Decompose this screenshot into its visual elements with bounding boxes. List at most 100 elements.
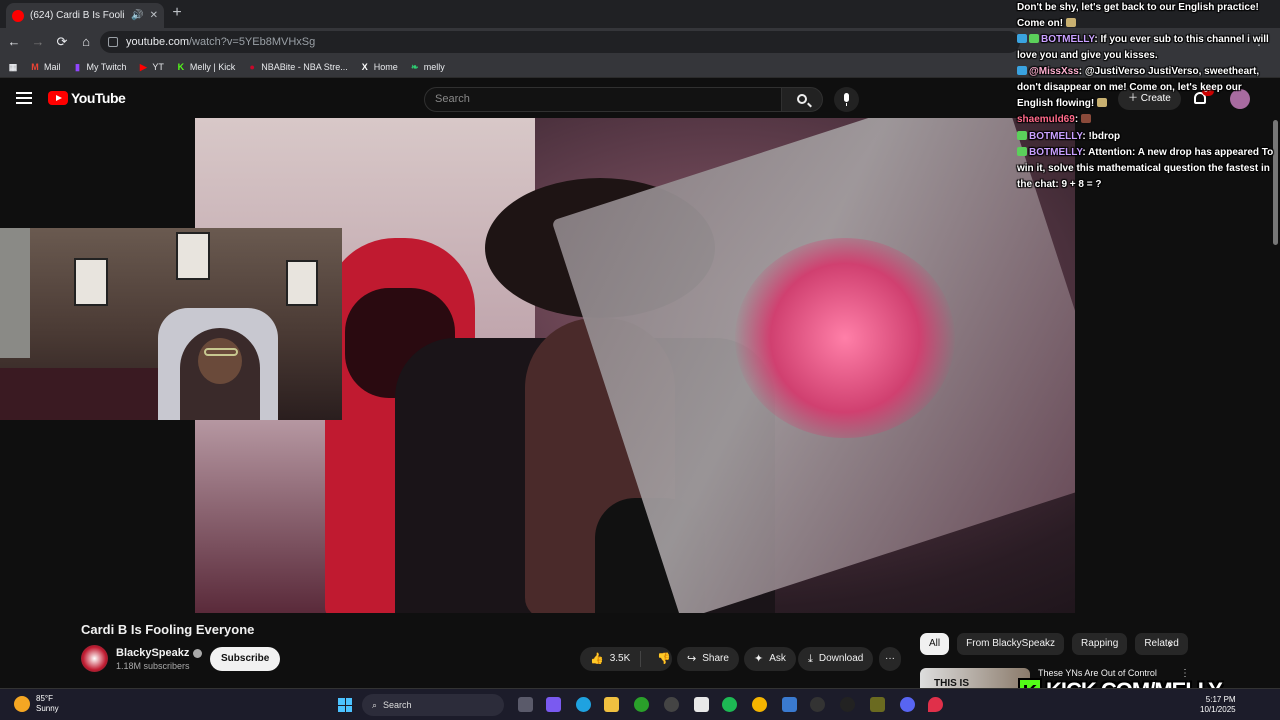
channel-avatar[interactable] <box>81 645 108 672</box>
webcam-poster <box>176 232 210 280</box>
bookmark-item[interactable]: X Home <box>360 62 398 72</box>
chip-rapping[interactable]: Rapping <box>1072 633 1128 655</box>
tab-title: (624) Cardi B Is Fooling Eve <box>30 10 125 21</box>
thumbs-down-icon: 👎 <box>657 653 671 665</box>
app-icon[interactable] <box>870 697 885 712</box>
chat-text: : <box>1074 114 1079 126</box>
chat-username: BOTMELLY <box>1029 130 1083 142</box>
sparkle-icon: ✦ <box>754 653 764 665</box>
bookmark-label: Melly | Kick <box>189 61 236 72</box>
back-arrow-icon[interactable]: ← <box>6 34 22 50</box>
chip-related[interactable]: Related <box>1135 633 1188 655</box>
webcam-poster <box>74 258 108 306</box>
obs-icon[interactable] <box>840 697 855 712</box>
verified-check-icon <box>193 648 203 658</box>
task-view-icon[interactable] <box>518 697 533 712</box>
ask-label: Ask <box>769 653 786 664</box>
chat-message: BOTMELLY: Attention: A new drop has appe… <box>1017 145 1279 192</box>
voice-search-button[interactable] <box>834 87 859 112</box>
pin-app-icon[interactable] <box>928 697 943 712</box>
forward-arrow-icon[interactable]: → <box>30 34 46 50</box>
system-clock[interactable]: 5:17 PM 10/1/2025 <box>1200 695 1236 715</box>
chat-text: : !bdrop <box>1082 130 1121 142</box>
chip-from-channel[interactable]: From BlackySpeakz <box>957 633 1065 655</box>
photos-icon[interactable] <box>782 697 797 712</box>
apps-grid-icon: ▦ <box>8 61 18 72</box>
clock-time: 5:17 PM <box>1205 695 1236 704</box>
speaker-icon[interactable]: 🔊 <box>131 10 143 21</box>
xbox-icon[interactable] <box>634 697 649 712</box>
bookmark-item[interactable]: ▶ YT <box>138 62 164 72</box>
webcam-face <box>198 338 242 384</box>
download-label: Download <box>818 653 864 664</box>
bookmark-label: My Twitch <box>86 61 127 72</box>
bookmark-item[interactable]: ● NBABite - NBA Stre... <box>247 62 348 72</box>
download-button[interactable]: ⤓ Download <box>798 647 874 671</box>
spotify-icon[interactable] <box>722 697 737 712</box>
store-icon[interactable] <box>694 697 709 712</box>
media-player-icon[interactable] <box>810 697 825 712</box>
chip-all[interactable]: All <box>920 633 950 655</box>
like-count: 3.5K <box>609 653 631 664</box>
gmail-icon: M <box>31 61 39 72</box>
weather-widget[interactable]: 85°F Sunny <box>14 694 59 714</box>
recommended-thumbnail[interactable]: THIS IS <box>920 668 1030 690</box>
windows-start-icon[interactable] <box>338 698 352 712</box>
ask-button[interactable]: ✦ Ask <box>744 647 796 671</box>
bot-badge-icon <box>1029 34 1039 44</box>
chevron-right-icon[interactable]: › <box>1168 636 1172 651</box>
bot-badge-icon <box>1017 147 1027 157</box>
bookmark-item[interactable]: ▮ My Twitch <box>73 61 127 72</box>
chat-text: Don't be shy, let's get back to our Engl… <box>1017 2 1259 29</box>
site-info-icon[interactable] <box>108 37 118 47</box>
bookmark-label: Home <box>373 61 398 72</box>
address-bar[interactable]: youtube.com/watch?v=5YEb8MVHxSg <box>100 31 1020 53</box>
webcam-glasses <box>204 348 238 356</box>
chat-username: @MissXss <box>1029 66 1079 78</box>
bookmark-item[interactable]: ❧ melly <box>410 62 445 72</box>
like-button[interactable]: 👍 3.5K <box>580 651 642 667</box>
channel-name[interactable]: BlackySpeakz <box>116 647 203 659</box>
related-filter-chips: All From BlackySpeakz Rapping Related <box>920 633 1188 655</box>
clock-date: 10/1/2025 <box>1200 705 1236 714</box>
dislike-button[interactable]: 👎 <box>647 647 681 671</box>
bookmark-item[interactable]: K Melly | Kick <box>176 61 236 72</box>
youtube-logo[interactable]: YouTube <box>48 90 126 106</box>
bookmark-item[interactable]: M Mail <box>30 61 60 72</box>
subscriber-count: 1.18M subscribers <box>116 661 190 671</box>
more-actions-button[interactable]: ··· <box>879 647 901 671</box>
taskbar-search[interactable]: ⌕ Search <box>362 694 504 716</box>
taskbar-search-label: Search <box>383 700 412 710</box>
discord-icon[interactable] <box>900 697 915 712</box>
chat-message: shaemuld69: <box>1017 112 1279 128</box>
browser-tab[interactable]: (624) Cardi B Is Fooling Eve 🔊 ✕ <box>6 3 164 28</box>
subscribe-button[interactable]: Subscribe <box>210 647 281 671</box>
app-icon[interactable] <box>664 697 679 712</box>
close-tab-icon[interactable]: ✕ <box>150 10 158 21</box>
new-tab-button[interactable]: + <box>168 4 186 22</box>
sun-icon <box>14 696 30 712</box>
copilot-icon[interactable] <box>546 697 561 712</box>
webcam-bed <box>0 368 160 420</box>
home-icon[interactable]: ⌂ <box>78 34 94 50</box>
youtube-play-icon <box>48 91 68 105</box>
url-domain: youtube.com <box>126 36 189 48</box>
file-explorer-icon[interactable] <box>604 697 619 712</box>
search-icon: ⌕ <box>372 699 378 710</box>
search-input[interactable]: Search <box>424 87 782 112</box>
bookmark-apps[interactable]: ▦ <box>8 62 18 72</box>
weather-temp: 85°F <box>36 694 53 703</box>
hamburger-menu-icon[interactable] <box>16 92 32 104</box>
leaf-icon: ❧ <box>410 61 419 72</box>
search-button[interactable] <box>781 87 823 112</box>
share-button[interactable]: ↪ Share <box>677 647 739 671</box>
bookmark-label: melly <box>423 61 445 72</box>
chrome-icon[interactable] <box>752 697 767 712</box>
like-dislike-group: 👍 3.5K 👎 <box>580 647 672 671</box>
search-icon <box>797 94 807 104</box>
thumbs-up-icon: 👍 <box>590 653 604 665</box>
reload-icon[interactable]: ⟳ <box>54 34 70 50</box>
edge-icon[interactable] <box>576 697 591 712</box>
video-title: Cardi B Is Fooling Everyone <box>81 622 255 637</box>
webcam-window <box>0 228 30 358</box>
